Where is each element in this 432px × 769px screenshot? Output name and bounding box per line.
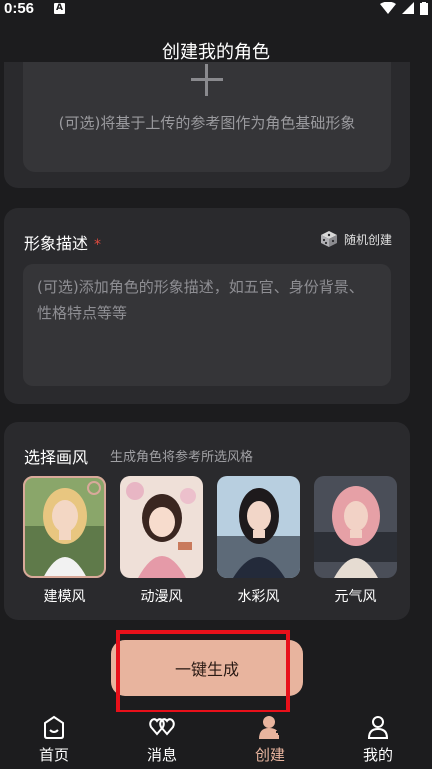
appearance-description-input[interactable]: (可选)添加角色的形象描述，如五官、身份背景、性格特点等等 <box>23 264 391 386</box>
style-label-genki: 元气风 <box>334 589 377 605</box>
status-icons <box>380 1 428 15</box>
style-thumbnail-anime <box>120 476 203 578</box>
tab-home[interactable]: 首页 <box>0 712 108 769</box>
required-mark: * <box>94 237 102 253</box>
tab-create[interactable]: 创建 <box>216 712 324 769</box>
style-label-modeling: 建模风 <box>43 589 86 605</box>
style-thumbnail-modeling <box>23 476 106 578</box>
style-options: 建模风 动漫风 水彩风 元气风 <box>23 476 397 606</box>
tab-label-messages: 消息 <box>146 746 177 764</box>
style-option-anime[interactable]: 动漫风 <box>120 476 203 606</box>
wifi-icon <box>380 2 396 14</box>
style-label-anime: 动漫风 <box>140 589 183 605</box>
style-title: 选择画风 <box>24 448 89 467</box>
style-label-watercolor: 水彩风 <box>237 589 280 605</box>
plus-icon <box>191 64 223 96</box>
dice-icon <box>320 231 337 247</box>
random-create-button[interactable]: 随机创建 <box>320 230 392 248</box>
upload-card: (可选)将基于上传的参考图作为角色基础形象 <box>4 62 410 188</box>
page-title: 创建我的角色 <box>162 42 270 63</box>
tab-profile[interactable]: 我的 <box>324 712 432 769</box>
style-card: 选择画风 生成角色将参考所选风格 建模风 动漫风 水彩风 元气风 <box>4 422 410 620</box>
status-bar: 0:56 A <box>0 0 432 17</box>
notification-a-icon: A <box>54 2 66 14</box>
generate-button[interactable]: 一键生成 <box>111 640 303 696</box>
bottom-tab-bar: 首页 消息 创建 我的 <box>0 712 432 769</box>
style-option-watercolor[interactable]: 水彩风 <box>217 476 300 606</box>
tab-label-profile: 我的 <box>362 746 393 764</box>
tab-label-create: 创建 <box>254 746 285 764</box>
create-user-icon <box>259 716 282 739</box>
signal-icon <box>402 2 414 14</box>
tab-messages[interactable]: 消息 <box>108 712 216 769</box>
home-icon <box>44 715 64 739</box>
appearance-card: 形象描述 * 随机创建 (可选)添加角色的形象描述，如五官、身份背景、性格特点等等 <box>4 208 410 404</box>
appearance-title-text: 形象描述 <box>24 234 89 253</box>
random-create-label: 随机创建 <box>343 232 392 247</box>
profile-icon <box>367 716 389 739</box>
appearance-title: 形象描述 * <box>24 230 101 254</box>
style-option-modeling[interactable]: 建模风 <box>23 476 106 606</box>
style-thumbnail-genki <box>314 476 397 578</box>
style-thumbnail-watercolor <box>217 476 300 578</box>
hearts-icon <box>149 718 175 736</box>
upload-hint: (可选)将基于上传的参考图作为角色基础形象 <box>58 114 356 132</box>
battery-icon <box>420 1 428 15</box>
style-subtitle: 生成角色将参考所选风格 <box>110 450 254 465</box>
status-time: 0:56 <box>4 0 35 17</box>
upload-area[interactable]: (可选)将基于上传的参考图作为角色基础形象 <box>23 62 391 172</box>
style-option-genki[interactable]: 元气风 <box>314 476 397 606</box>
tab-label-home: 首页 <box>38 746 69 764</box>
